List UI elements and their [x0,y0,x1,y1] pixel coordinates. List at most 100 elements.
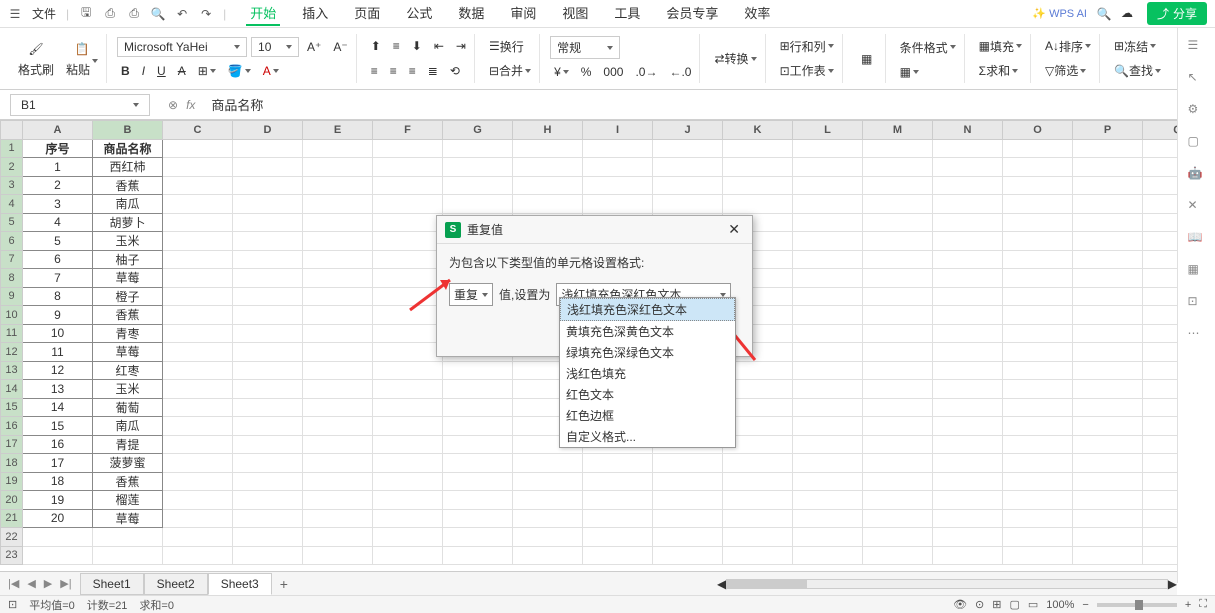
cell-A20[interactable]: 19 [23,491,93,510]
cell-B19[interactable]: 香蕉 [93,472,163,491]
col-header-P[interactable]: P [1073,121,1143,140]
underline-button[interactable]: U [153,62,170,80]
orientation-button[interactable]: ⟲ [446,62,464,80]
dialog-close-button[interactable]: ✕ [724,221,744,238]
undo-icon[interactable]: ↶ [175,7,189,21]
fill-button[interactable]: ▦ 填充 [975,36,1026,57]
cell-B3[interactable]: 香蕉 [93,176,163,195]
cond-format-button[interactable]: 条件格式 [896,37,960,58]
search-icon[interactable]: 🔍 [1097,7,1111,21]
merge-button[interactable]: ⊟ 合并 [485,60,535,81]
row-header-14[interactable]: 14 [1,380,23,399]
layout-side-icon[interactable]: ▢ [1188,134,1206,152]
zoom-level[interactable]: 100% [1046,599,1074,611]
cell-B14[interactable]: 玉米 [93,380,163,399]
redo-icon[interactable]: ↷ [199,7,213,21]
zoom-out-button[interactable]: − [1082,599,1088,611]
cell-A18[interactable]: 17 [23,454,93,473]
find-button[interactable]: 🔍 查找 [1110,60,1165,81]
font-name-select[interactable]: Microsoft YaHei [117,37,247,57]
dec-dec-button[interactable]: ←.0 [665,63,695,81]
col-header-A[interactable]: A [23,121,93,140]
sheet-tab-Sheet3[interactable]: Sheet3 [208,573,272,595]
robot-side-icon[interactable]: 🤖 [1188,166,1206,184]
share-button[interactable]: ⤴ 分享 [1147,2,1207,25]
row-header-9[interactable]: 9 [1,287,23,306]
cell-B16[interactable]: 南瓜 [93,417,163,436]
row-header-20[interactable]: 20 [1,491,23,510]
book-side-icon[interactable]: 📖 [1188,230,1206,248]
increase-font-button[interactable]: A⁺ [303,38,325,56]
align-right-button[interactable]: ≡ [405,62,420,80]
row-header-22[interactable]: 22 [1,528,23,547]
align-left-button[interactable]: ≡ [367,62,382,80]
dropdown-option-2[interactable]: 绿填充色深绿色文本 [560,342,735,363]
next-sheet-icon[interactable]: ▶ [42,575,54,592]
col-header-J[interactable]: J [653,121,723,140]
dropdown-option-3[interactable]: 浅红色填充 [560,363,735,384]
row-header-2[interactable]: 2 [1,158,23,177]
align-top-button[interactable]: ⬆ [367,37,385,55]
cell-A21[interactable]: 20 [23,509,93,528]
export-icon[interactable]: ⎙ [103,7,117,21]
sheet-tab-Sheet1[interactable]: Sheet1 [80,573,144,595]
prev-sheet-icon[interactable]: ◀ [25,575,37,592]
menu-tab-1[interactable]: 插入 [298,1,332,26]
cell-style-button[interactable]: ▦ [896,63,923,81]
menu-tab-8[interactable]: 会员专享 [662,1,722,26]
cell-B7[interactable]: 柚子 [93,250,163,269]
cell-B15[interactable]: 葡萄 [93,398,163,417]
row-header-1[interactable]: 1 [1,139,23,158]
cell-B8[interactable]: 草莓 [93,269,163,288]
cell-B17[interactable]: 青提 [93,435,163,454]
align-middle-button[interactable]: ≡ [389,37,404,55]
paste-button[interactable]: 📋粘贴 [62,37,102,80]
col-header-C[interactable]: C [163,121,233,140]
row-col-button[interactable]: ⊞ 行和列 [776,36,838,57]
cell-A3[interactable]: 2 [23,176,93,195]
cell-A19[interactable]: 18 [23,472,93,491]
sort-button[interactable]: A↓ 排序 [1041,36,1095,57]
cell-B5[interactable]: 胡萝卜 [93,213,163,232]
menu-tab-3[interactable]: 公式 [402,1,436,26]
indent-left-button[interactable]: ⇤ [430,37,448,55]
col-header-K[interactable]: K [723,121,793,140]
strike-button[interactable]: A [174,62,190,80]
row-header-5[interactable]: 5 [1,213,23,232]
save-icon[interactable]: 🖫 [79,7,93,21]
cell-B21[interactable]: 草莓 [93,509,163,528]
menu-tab-4[interactable]: 数据 [454,1,488,26]
tools-side-icon[interactable]: ✕ [1188,198,1206,216]
cell-B18[interactable]: 菠萝蜜 [93,454,163,473]
filter-button[interactable]: ▽ 筛选 [1041,60,1090,81]
row-header-23[interactable]: 23 [1,546,23,565]
row-header-4[interactable]: 4 [1,195,23,214]
row-header-7[interactable]: 7 [1,250,23,269]
cell-A11[interactable]: 10 [23,324,93,343]
cell-B11[interactable]: 青枣 [93,324,163,343]
first-sheet-icon[interactable]: |◀ [6,575,21,592]
convert-button[interactable]: ⇄ 转换 [710,48,760,69]
align-bottom-button[interactable]: ⬇ [408,37,426,55]
cell-A10[interactable]: 9 [23,306,93,325]
justify-button[interactable]: ≣ [424,62,442,80]
add-sheet-button[interactable]: + [272,574,296,594]
last-sheet-icon[interactable]: ▶| [58,575,73,592]
cell-B10[interactable]: 香蕉 [93,306,163,325]
grid-view-icon[interactable]: ⊞ [992,598,1001,611]
cancel-formula-icon[interactable]: ⊗ [168,98,178,112]
cell-B4[interactable]: 南瓜 [93,195,163,214]
cell-B9[interactable]: 橙子 [93,287,163,306]
font-size-select[interactable]: 10 [251,37,299,57]
dropdown-option-4[interactable]: 红色文本 [560,384,735,405]
indent-right-button[interactable]: ⇥ [452,37,470,55]
dropdown-option-6[interactable]: 自定义格式... [560,426,735,447]
cell-A5[interactable]: 4 [23,213,93,232]
print-icon[interactable]: ⎙ [127,7,141,21]
col-header-E[interactable]: E [303,121,373,140]
horizontal-scrollbar[interactable]: ◀▶ [717,577,1177,591]
cell-A15[interactable]: 14 [23,398,93,417]
dropdown-option-1[interactable]: 黄填充色深黄色文本 [560,321,735,342]
cell-B2[interactable]: 西红柿 [93,158,163,177]
row-header-11[interactable]: 11 [1,324,23,343]
